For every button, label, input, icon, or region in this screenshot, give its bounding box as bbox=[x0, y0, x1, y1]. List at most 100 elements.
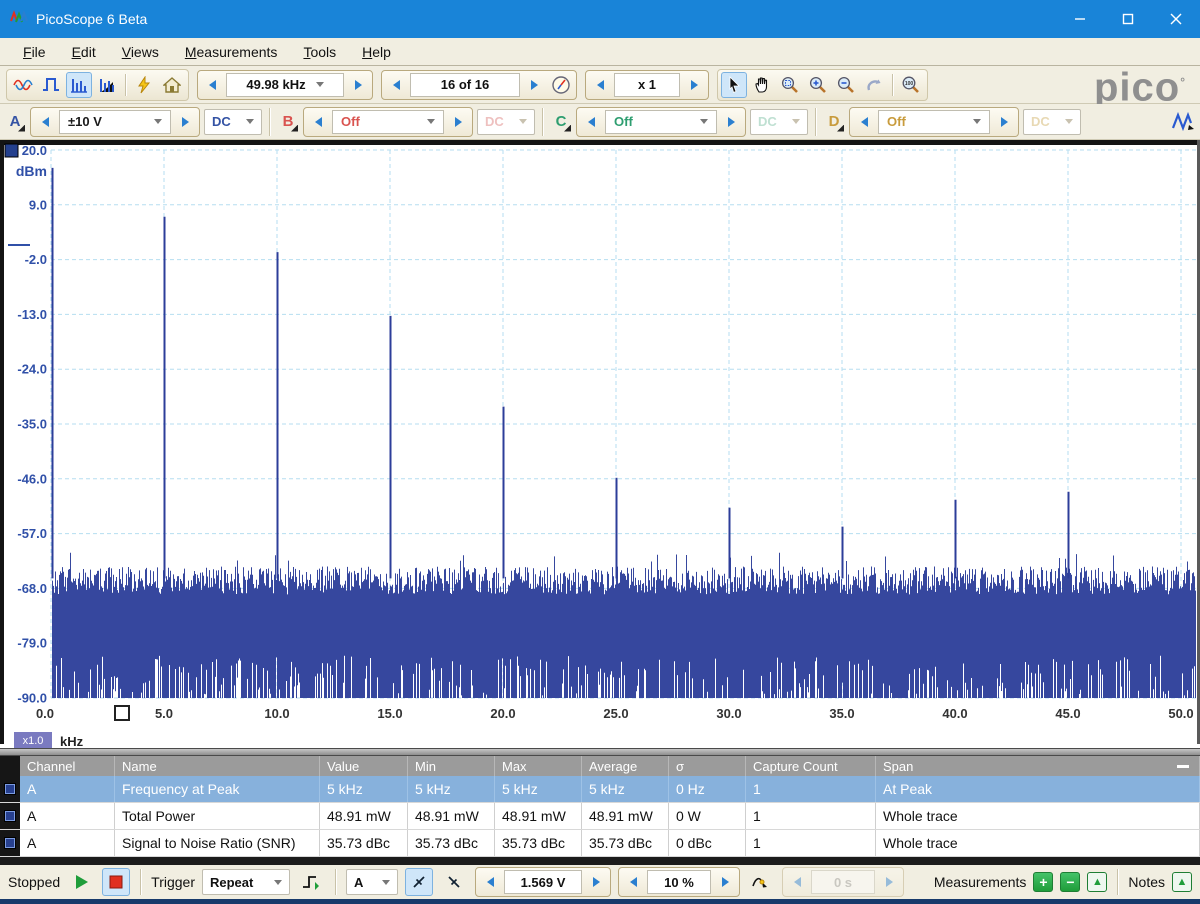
range-decrease-button[interactable] bbox=[33, 110, 57, 134]
row-indicator[interactable] bbox=[0, 776, 20, 802]
spectrum-plot[interactable]: 20.09.0-2.0-13.0-24.0-35.0-46.0-57.0-68.… bbox=[0, 140, 1200, 748]
channel-a-coupling-dropdown[interactable]: DC bbox=[204, 109, 262, 135]
menu-item-file[interactable]: File bbox=[10, 40, 59, 64]
table-row[interactable]: ATotal Power48.91 mW48.91 mW48.91 mW48.9… bbox=[0, 803, 1200, 830]
stop-button[interactable] bbox=[102, 868, 130, 896]
persistence-view-button[interactable] bbox=[38, 72, 64, 98]
channel-a-options-button[interactable]: A bbox=[4, 109, 26, 135]
table-cell: 5 kHz bbox=[408, 776, 495, 802]
ruler-handle[interactable] bbox=[115, 706, 129, 720]
trigger-marker-button[interactable] bbox=[747, 868, 775, 896]
marquee-zoom-tool-button[interactable] bbox=[777, 72, 803, 98]
close-button[interactable] bbox=[1152, 0, 1200, 38]
range-decrease-button[interactable] bbox=[579, 110, 603, 134]
column-header-channel[interactable]: Channel bbox=[20, 756, 115, 776]
column-header-min[interactable]: Min bbox=[408, 756, 495, 776]
trigger-source-dropdown[interactable]: A bbox=[346, 869, 398, 895]
zoom-out-tool-button[interactable] bbox=[833, 72, 859, 98]
channel-b-options-button[interactable]: B bbox=[277, 109, 299, 135]
column-header-average[interactable]: Average bbox=[582, 756, 669, 776]
minimize-button[interactable] bbox=[1056, 0, 1104, 38]
column-header-value[interactable]: Value bbox=[320, 756, 408, 776]
range-increase-button[interactable] bbox=[992, 110, 1016, 134]
channel-c-range-field[interactable]: Off bbox=[605, 110, 717, 134]
range-decrease-button[interactable] bbox=[852, 110, 876, 134]
persistence-spectrum-button[interactable] bbox=[94, 72, 120, 98]
column-header-max[interactable]: Max bbox=[495, 756, 582, 776]
add-measurement-button[interactable]: + bbox=[1033, 872, 1053, 892]
panel-splitter[interactable] bbox=[0, 748, 1200, 756]
pretrigger-field[interactable]: 10 % bbox=[647, 870, 711, 894]
table-row[interactable]: AFrequency at Peak5 kHz5 kHz5 kHz5 kHz0 … bbox=[0, 776, 1200, 803]
channel-b-range-field[interactable]: Off bbox=[332, 110, 444, 134]
maximize-button[interactable] bbox=[1104, 0, 1152, 38]
menu-item-edit[interactable]: Edit bbox=[59, 40, 109, 64]
signal-generator-icon[interactable] bbox=[1170, 109, 1196, 135]
scope-view-button[interactable] bbox=[10, 72, 36, 98]
spectrum-range-field[interactable]: 49.98 kHz bbox=[226, 73, 344, 97]
left-arrow-icon bbox=[630, 877, 637, 887]
zoom-increase-button[interactable] bbox=[682, 73, 706, 97]
range-increase-button[interactable] bbox=[173, 110, 197, 134]
trigger-mode-dropdown[interactable]: Repeat bbox=[202, 869, 290, 895]
menu-item-measurements[interactable]: Measurements bbox=[172, 40, 291, 64]
channel-d-range-field[interactable]: Off bbox=[878, 110, 990, 134]
remove-measurement-button[interactable]: − bbox=[1060, 872, 1080, 892]
table-cell: Frequency at Peak bbox=[115, 776, 320, 802]
pretrigger-decrease-button[interactable] bbox=[621, 870, 645, 894]
toolbar-separator bbox=[892, 74, 893, 96]
zoom-in-tool-button[interactable] bbox=[805, 72, 831, 98]
normal-selection-tool-button[interactable] bbox=[721, 72, 747, 98]
pretrigger-increase-button[interactable] bbox=[713, 870, 737, 894]
range-increase-button[interactable] bbox=[446, 110, 470, 134]
channel-a-range-spinner: ±10 V bbox=[30, 107, 200, 137]
channel-d-options-button[interactable]: D bbox=[823, 109, 845, 135]
column-header--[interactable]: σ bbox=[669, 756, 746, 776]
zoom-factor-field[interactable]: x 1 bbox=[614, 73, 680, 97]
column-header-capture-count[interactable]: Capture Count bbox=[746, 756, 876, 776]
channel-a-axis-handle[interactable] bbox=[5, 144, 18, 157]
next-buffer-button[interactable] bbox=[522, 73, 546, 97]
undo-zoom-button[interactable] bbox=[861, 72, 887, 98]
trigger-delay-increase-button[interactable] bbox=[877, 870, 901, 894]
row-indicator[interactable] bbox=[0, 830, 20, 856]
channel-d-coupling-dropdown[interactable]: DC bbox=[1023, 109, 1081, 135]
spectrum-range-decrease-button[interactable] bbox=[200, 73, 224, 97]
range-decrease-button[interactable] bbox=[306, 110, 330, 134]
home-button[interactable] bbox=[159, 72, 185, 98]
notes-button[interactable]: ▲ bbox=[1172, 872, 1192, 892]
rising-edge-button[interactable] bbox=[405, 868, 433, 896]
previous-buffer-button[interactable] bbox=[384, 73, 408, 97]
zoom-decrease-button[interactable] bbox=[588, 73, 612, 97]
trigger-level-decrease-button[interactable] bbox=[478, 870, 502, 894]
channel-c-options-button[interactable]: C bbox=[550, 109, 572, 135]
range-increase-button[interactable] bbox=[719, 110, 743, 134]
svg-text:15.0: 15.0 bbox=[377, 706, 402, 721]
spectrum-view-button[interactable] bbox=[66, 72, 92, 98]
zoom-factor-value: x 1 bbox=[638, 77, 656, 92]
buffer-overview-button[interactable] bbox=[548, 72, 574, 98]
column-header-span[interactable]: Span bbox=[876, 756, 1200, 776]
edit-measurement-button[interactable]: ▲ bbox=[1087, 872, 1107, 892]
collapse-table-button[interactable] bbox=[1177, 765, 1189, 768]
buffer-index-field[interactable]: 16 of 16 bbox=[410, 73, 520, 97]
advanced-trigger-button[interactable] bbox=[297, 868, 325, 896]
trigger-delay-decrease-button[interactable] bbox=[785, 870, 809, 894]
table-row[interactable]: ASignal to Noise Ratio (SNR)35.73 dBc35.… bbox=[0, 830, 1200, 857]
column-header-name[interactable]: Name bbox=[115, 756, 320, 776]
auto-setup-button[interactable] bbox=[131, 72, 157, 98]
menu-item-views[interactable]: Views bbox=[109, 40, 172, 64]
channel-a-range-field[interactable]: ±10 V bbox=[59, 110, 171, 134]
hand-tool-button[interactable] bbox=[749, 72, 775, 98]
trigger-level-increase-button[interactable] bbox=[584, 870, 608, 894]
zoom-full-button[interactable]: 100 bbox=[898, 72, 924, 98]
falling-edge-button[interactable] bbox=[440, 868, 468, 896]
row-indicator[interactable] bbox=[0, 803, 20, 829]
menu-item-tools[interactable]: Tools bbox=[290, 40, 349, 64]
menu-item-help[interactable]: Help bbox=[349, 40, 404, 64]
spectrum-range-increase-button[interactable] bbox=[346, 73, 370, 97]
start-button[interactable] bbox=[67, 868, 95, 896]
trigger-level-field[interactable]: 1.569 V bbox=[504, 870, 582, 894]
channel-c-coupling-dropdown[interactable]: DC bbox=[750, 109, 808, 135]
channel-b-coupling-dropdown[interactable]: DC bbox=[477, 109, 535, 135]
